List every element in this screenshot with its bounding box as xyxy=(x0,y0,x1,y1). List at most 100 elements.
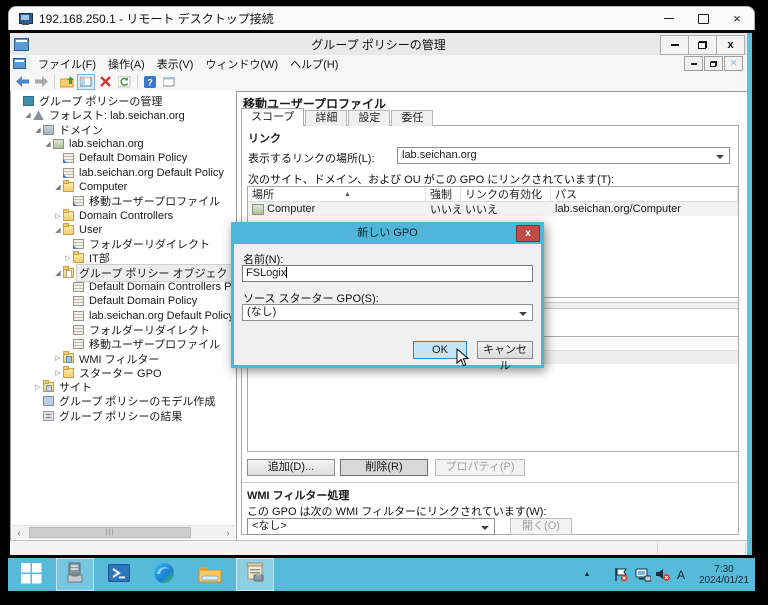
tree-item[interactable]: Default Domain Policy xyxy=(11,294,236,308)
tree-item[interactable]: グループ ポリシーの結果 xyxy=(11,409,236,423)
mmc-restore-button[interactable] xyxy=(689,35,717,55)
start-button[interactable] xyxy=(10,558,52,591)
tree-item[interactable]: グループ ポリシーの管理 xyxy=(11,94,236,108)
add-button[interactable]: 追加(D)... xyxy=(247,459,335,476)
collapse-icon[interactable]: ◢ xyxy=(43,140,53,148)
tree-horizontal-scrollbar[interactable]: ‹ ||| › xyxy=(12,525,235,539)
rdp-titlebar[interactable]: 192.168.250.1 - リモート デスクトップ接続 × xyxy=(8,6,755,30)
gpolink-icon xyxy=(73,196,84,207)
scrollbar-track[interactable]: ||| xyxy=(26,526,221,539)
tree-item[interactable]: ◢ User xyxy=(11,222,236,237)
tree-item[interactable]: ▷ スターター GPO xyxy=(11,365,236,380)
expand-icon[interactable]: ▷ xyxy=(53,354,63,362)
delete-icon[interactable] xyxy=(96,74,114,90)
tab-1[interactable]: 詳細 xyxy=(305,110,348,126)
source-gpo-combobox[interactable]: (なし) xyxy=(242,304,533,321)
forward-icon[interactable] xyxy=(32,74,50,90)
new-window-icon[interactable] xyxy=(160,74,178,90)
restore-icon xyxy=(698,41,707,49)
gpmc-taskbar-button[interactable] xyxy=(236,558,274,591)
scroll-right-icon[interactable]: › xyxy=(221,526,235,539)
help-icon[interactable]: ? xyxy=(141,74,159,90)
gpo-name-input[interactable]: FSLogix xyxy=(242,265,533,282)
collapse-icon[interactable]: ◢ xyxy=(23,111,33,119)
ime-indicator[interactable]: A xyxy=(672,558,690,591)
tree-item[interactable]: ◢ Computer xyxy=(11,179,236,194)
tree-item[interactable]: ▷ WMI フィルター xyxy=(11,351,236,366)
powershell-button[interactable] xyxy=(100,558,138,591)
tree-item[interactable]: ◢ グループ ポリシー オブジェクト xyxy=(11,264,236,281)
mmc-titlebar[interactable]: グループ ポリシーの管理 x xyxy=(10,33,747,56)
menu-help[interactable]: ヘルプ(H) xyxy=(284,56,344,72)
child-minimize-button[interactable] xyxy=(684,56,703,71)
tree-item[interactable]: lab.seichan.org Default Policy xyxy=(11,308,236,322)
tab-0[interactable]: スコープ xyxy=(241,108,305,126)
column-link-enabled[interactable]: リンクの有効化 xyxy=(461,187,551,201)
table-row[interactable]: Computer いいえ いいえ lab.seichan.org/Compute… xyxy=(248,202,738,216)
taskbar-clock[interactable]: 7:30 2024/01/21 xyxy=(696,558,752,591)
child-close-button[interactable]: × xyxy=(724,56,743,71)
tree-item[interactable]: ▷ サイト xyxy=(11,380,236,394)
tree-item[interactable]: ▷ Domain Controllers xyxy=(11,208,236,222)
tree-item[interactable]: 移動ユーザープロファイル xyxy=(11,194,236,208)
tree-item[interactable]: ◢ ドメイン xyxy=(11,123,236,137)
menu-window[interactable]: ウィンドウ(W) xyxy=(199,56,284,72)
minimize-button[interactable] xyxy=(652,7,686,30)
mmc-minimize-button[interactable] xyxy=(660,35,689,55)
up-icon[interactable] xyxy=(58,74,76,90)
mmc-close-button[interactable]: x xyxy=(717,35,745,55)
network-status-icon[interactable] xyxy=(633,558,653,591)
file-explorer-button[interactable] xyxy=(190,558,230,591)
tree-item[interactable]: グループ ポリシーのモデル作成 xyxy=(11,394,236,408)
expand-icon[interactable]: ▷ xyxy=(63,254,73,262)
display-links-combobox[interactable]: lab.seichan.org xyxy=(397,147,730,164)
expand-icon[interactable]: ▷ xyxy=(33,383,43,391)
toolbar-separator xyxy=(54,74,55,89)
tree-item[interactable]: ◢ lab.seichan.org xyxy=(11,137,236,151)
collapse-icon[interactable]: ◢ xyxy=(53,183,63,191)
dialog-title[interactable]: 新しい GPO xyxy=(234,224,541,244)
column-location[interactable]: 場所 ▲ xyxy=(248,187,426,201)
dialog-close-button[interactable]: x xyxy=(516,225,540,242)
console-tree: グループ ポリシーの管理 ◢ フォレスト: lab.seichan.org ◢ ドメイン… xyxy=(11,91,236,423)
refresh-icon[interactable] xyxy=(115,74,133,90)
hidden-icons-chevron[interactable]: ▲ xyxy=(580,558,594,591)
remove-button[interactable]: 削除(R) xyxy=(340,459,428,476)
menu-file[interactable]: ファイル(F) xyxy=(32,56,102,72)
volume-muted-icon[interactable] xyxy=(653,558,673,591)
tab-2[interactable]: 設定 xyxy=(348,110,391,126)
cancel-button[interactable]: キャンセル xyxy=(477,341,533,372)
restore-icon xyxy=(710,60,717,67)
back-icon[interactable] xyxy=(13,74,31,90)
tree-item[interactable]: 移動ユーザープロファイル xyxy=(11,337,236,351)
scrollbar-thumb[interactable]: ||| xyxy=(29,527,191,538)
console-tree-icon[interactable] xyxy=(77,73,95,90)
tree-item[interactable]: Default Domain Controllers Policy xyxy=(11,280,236,294)
tab-bar: スコープ 詳細 設定 委任 xyxy=(241,108,434,126)
expand-icon[interactable]: ▷ xyxy=(53,369,63,377)
collapse-icon[interactable]: ◢ xyxy=(33,126,43,134)
close-button[interactable]: × xyxy=(720,7,754,30)
action-center-flag-icon[interactable] xyxy=(611,558,631,591)
scroll-left-icon[interactable]: ‹ xyxy=(12,526,26,539)
tree-item[interactable]: ◢ フォレスト: lab.seichan.org xyxy=(11,108,236,122)
edge-button[interactable] xyxy=(144,558,184,591)
child-restore-button[interactable] xyxy=(704,56,723,71)
tree-item[interactable]: フォルダーリダイレクト xyxy=(11,323,236,337)
maximize-button[interactable] xyxy=(686,7,720,30)
server-manager-button[interactable] xyxy=(56,558,94,591)
svg-text:?: ? xyxy=(147,77,153,87)
wmi-filter-combobox[interactable]: <なし> xyxy=(247,518,495,535)
column-enforced[interactable]: 強制 xyxy=(426,187,461,201)
expand-icon[interactable]: ▷ xyxy=(53,212,63,220)
tree-item[interactable]: ▷ IT部 xyxy=(11,251,236,265)
tree-item[interactable]: フォルダーリダイレクト xyxy=(11,237,236,251)
tree-item[interactable]: Default Domain Policy xyxy=(11,151,236,165)
tab-3[interactable]: 委任 xyxy=(391,110,434,126)
collapse-icon[interactable]: ◢ xyxy=(53,226,63,234)
menu-view[interactable]: 表示(V) xyxy=(151,56,200,72)
collapse-icon[interactable]: ◢ xyxy=(53,269,63,277)
menu-action[interactable]: 操作(A) xyxy=(102,56,151,72)
tree-item[interactable]: lab.seichan.org Default Policy xyxy=(11,165,236,179)
column-path[interactable]: パス xyxy=(551,187,738,201)
